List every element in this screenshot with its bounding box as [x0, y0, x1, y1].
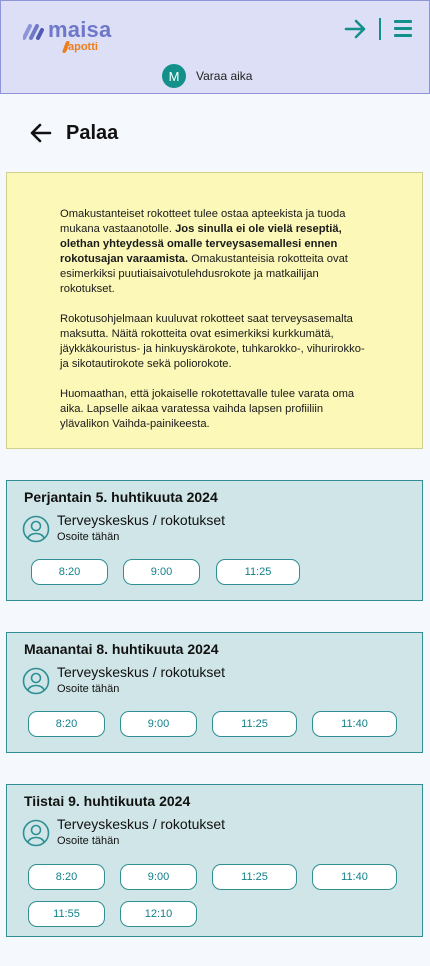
time-slot-button[interactable]: 12:10	[120, 901, 197, 927]
time-slot-button[interactable]: 11:25	[216, 559, 300, 585]
place-address: Osoite tähän	[57, 683, 120, 695]
hamburger-menu-icon[interactable]	[394, 20, 412, 38]
notice-paragraph-1: Omakustanteiset rokotteet tulee ostaa ap…	[60, 208, 348, 295]
maisa-logo[interactable]: maisa apotti	[23, 17, 123, 57]
time-slot-button[interactable]: 8:20	[28, 711, 105, 737]
person-icon	[22, 819, 50, 847]
day-card: Maanantai 8. huhtikuuta 2024 Terveyskesk…	[6, 632, 423, 753]
info-notice: Omakustanteiset rokotteet tulee ostaa ap…	[6, 172, 423, 449]
sub-brand-name: apotti	[68, 41, 98, 53]
arrow-left-icon	[30, 123, 52, 143]
notice-paragraph-3: Huomaathan, että jokaiselle rokotettaval…	[60, 388, 355, 430]
day-card: Tiistai 9. huhtikuuta 2024 Terveyskeskus…	[6, 784, 423, 937]
place-address: Osoite tähän	[57, 531, 120, 543]
place-name: Terveyskeskus / rokotukset	[57, 512, 226, 528]
user-chip-label: Varaa aika	[196, 69, 253, 83]
time-slot-button[interactable]: 11:40	[312, 711, 397, 737]
time-slot-button[interactable]: 8:20	[28, 864, 105, 890]
avatar: M	[162, 64, 186, 88]
place-name: Terveyskeskus / rokotukset	[57, 816, 226, 832]
time-slot-button[interactable]: 9:00	[123, 559, 200, 585]
time-slot-button[interactable]: 9:00	[120, 711, 197, 737]
time-slot-button[interactable]: 11:40	[312, 864, 397, 890]
time-slot-button[interactable]: 11:55	[28, 901, 105, 927]
maisa-logo-icon	[23, 24, 44, 40]
day-title: Perjantain 5. huhtikuuta 2024	[24, 489, 218, 505]
arrow-right-icon[interactable]	[344, 18, 368, 40]
day-title: Tiistai 9. huhtikuuta 2024	[24, 793, 191, 809]
day-title: Maanantai 8. huhtikuuta 2024	[24, 641, 219, 657]
person-icon	[22, 515, 50, 543]
person-icon	[22, 667, 50, 695]
time-slot-button[interactable]: 11:25	[212, 864, 297, 890]
time-slot-button[interactable]: 11:25	[212, 711, 297, 737]
back-button[interactable]: Palaa	[30, 118, 118, 148]
notice-paragraph-2: Rokotusohjelmaan kuuluvat rokotteet saat…	[60, 313, 365, 370]
brand-name: maisa	[48, 17, 112, 42]
time-slot-button[interactable]: 8:20	[31, 559, 108, 585]
header-divider	[379, 18, 381, 40]
user-chip[interactable]: M Varaa aika	[162, 64, 252, 88]
place-address: Osoite tähän	[57, 835, 120, 847]
time-slot-button[interactable]: 9:00	[120, 864, 197, 890]
day-card: Perjantain 5. huhtikuuta 2024 Terveyskes…	[6, 480, 423, 601]
place-name: Terveyskeskus / rokotukset	[57, 664, 226, 680]
back-label: Palaa	[66, 121, 119, 144]
app-header: maisa apotti M Varaa aika	[0, 0, 430, 94]
